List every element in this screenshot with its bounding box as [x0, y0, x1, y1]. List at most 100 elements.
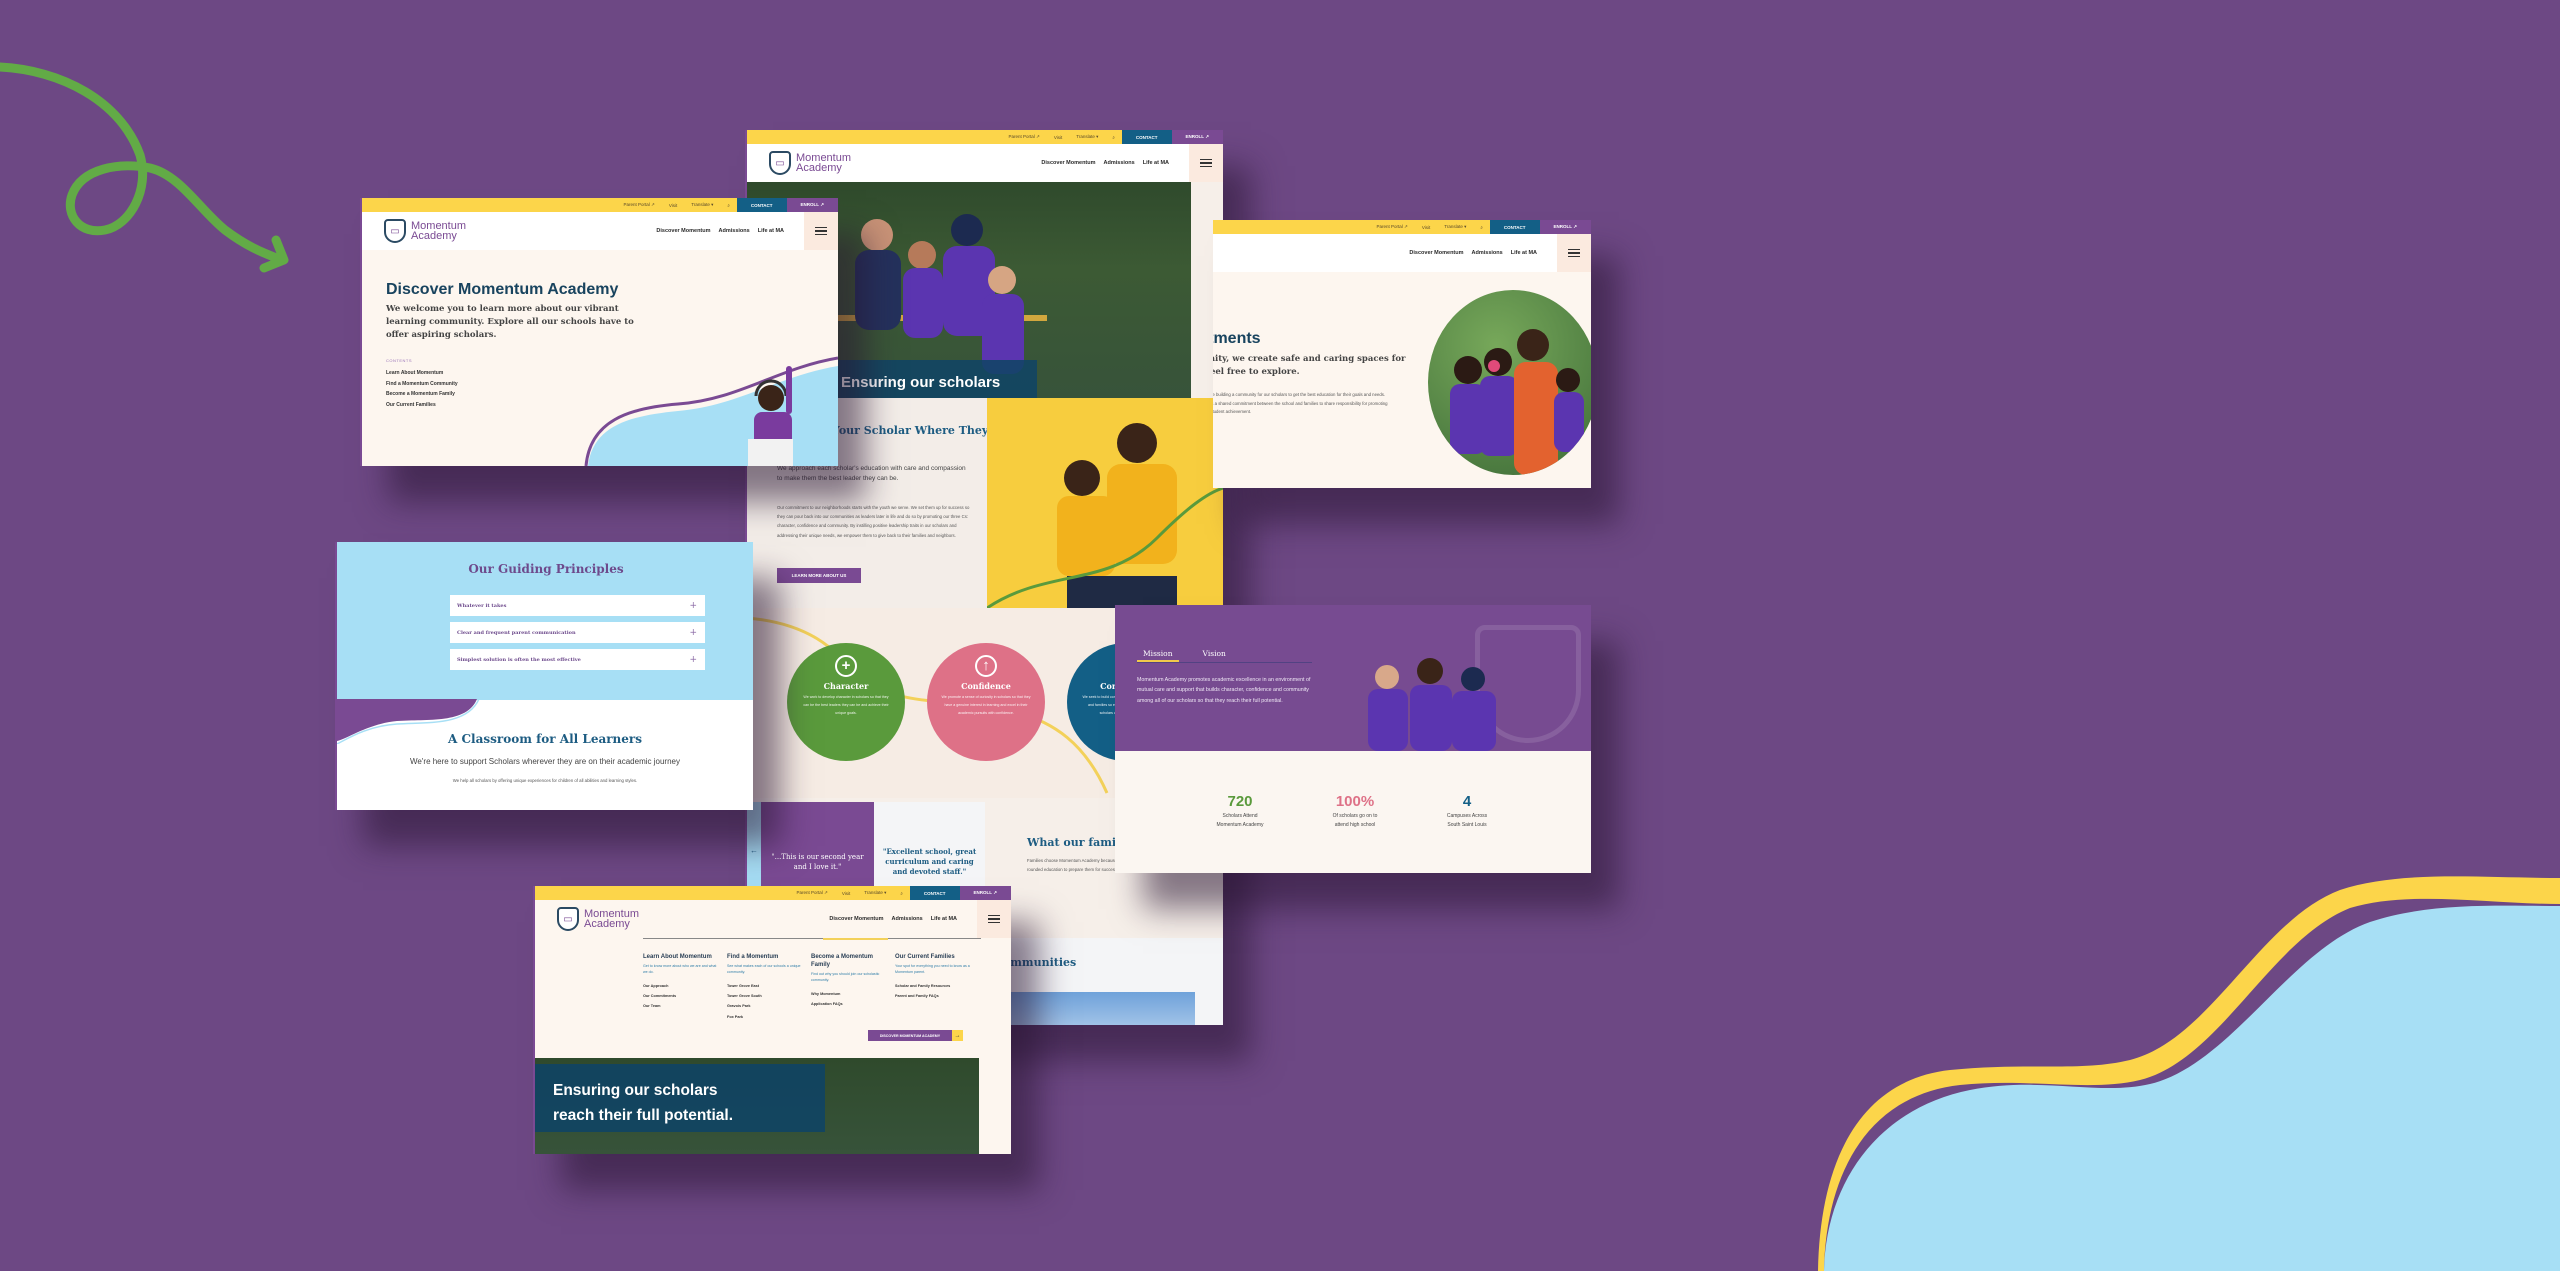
confidence-text: We promote a sense of curiosity in schol… — [941, 695, 1031, 715]
parent-portal-link[interactable]: Parent Portal ↗ — [624, 202, 655, 208]
nav-life[interactable]: Life at MA — [1511, 250, 1537, 256]
menu-link[interactable]: Our Approach — [643, 981, 721, 991]
stat-value: 100% — [1335, 793, 1375, 810]
stat-value: 720 — [1227, 793, 1253, 810]
search-icon[interactable]: ⌕ — [1112, 135, 1115, 140]
search-icon[interactable]: ⌕ — [1480, 225, 1483, 230]
contact-button[interactable]: CONTACT — [1489, 220, 1540, 234]
visit-link[interactable]: Visit — [1054, 135, 1062, 140]
search-icon[interactable]: ⌕ — [900, 891, 903, 896]
nav-admissions[interactable]: Admissions — [1104, 160, 1135, 166]
contact-button[interactable]: CONTACT — [736, 198, 787, 212]
utility-bar: Parent Portal ↗ Visit Translate ▾ ⌕ CONT… — [747, 130, 1223, 144]
menu-column-heading[interactable]: Our Current Families — [895, 953, 981, 961]
utility-bar: Parent Portal ↗ Visit Translate ▾ ⌕ CONT… — [362, 198, 838, 212]
visit-link[interactable]: Visit — [1422, 225, 1430, 230]
menu-column: Find a Momentum See what makes each of o… — [727, 953, 805, 1022]
logo-line2: Academy — [411, 230, 457, 242]
menu-column: Learn About Momentum Get to know more ab… — [643, 953, 721, 1012]
tab-mission[interactable]: Mission — [1137, 649, 1179, 662]
logo[interactable]: ▭ Momentum Academy — [557, 907, 639, 931]
contact-button[interactable]: CONTACT — [1121, 130, 1172, 144]
accordion-item[interactable]: Clear and frequent parent communication + — [450, 622, 705, 643]
commitments-page-screenshot: Parent Portal ↗ Visit Translate ▾ ⌕ CONT… — [1213, 220, 1591, 488]
accordion-item[interactable]: Whatever it takes + — [450, 595, 705, 616]
nav-life[interactable]: Life at MA — [1143, 160, 1169, 166]
table-of-contents: Learn About Momentum Find a Momentum Com… — [386, 368, 458, 411]
utility-bar: Parent Portal ↗ Visit Translate ▾ ⌕ CONT… — [535, 886, 1011, 900]
menu-link[interactable]: Tower Grove East — [727, 981, 805, 991]
enroll-button[interactable]: ENROLL ↗ — [786, 198, 838, 212]
logo[interactable]: ▭ Momentum Academy — [384, 219, 466, 243]
nav-admissions[interactable]: Admissions — [1472, 250, 1503, 256]
principles-page-screenshot: Our Guiding Principles Whatever it takes… — [335, 542, 753, 810]
nav-admissions[interactable]: Admissions — [892, 916, 923, 922]
search-icon[interactable]: ⌕ — [727, 203, 730, 208]
discover-cta-button[interactable]: DISCOVER MOMENTUM ACADEMY — [868, 1030, 952, 1041]
hamburger-menu-icon[interactable] — [804, 212, 838, 250]
menu-column-desc: Your spot for everything you need to kno… — [895, 964, 970, 975]
menu-link[interactable]: Our Team — [643, 1001, 721, 1011]
hamburger-menu-icon[interactable] — [1189, 144, 1223, 182]
hamburger-menu-icon[interactable] — [977, 900, 1011, 938]
hamburger-menu-icon[interactable] — [1557, 234, 1591, 272]
menu-column-heading[interactable]: Become a Momentum Family — [811, 953, 889, 969]
community-photo[interactable] — [1097, 992, 1195, 1025]
translate-dropdown[interactable]: Translate ▾ — [1076, 134, 1098, 140]
translate-dropdown[interactable]: Translate ▾ — [864, 890, 886, 896]
enroll-button[interactable]: ENROLL ↗ — [1539, 220, 1591, 234]
menu-link[interactable]: Fox Park — [727, 1012, 805, 1022]
main-nav: ▭ Momentum Academy Discover Momentum Admi… — [747, 144, 1223, 182]
discover-title: Discover Momentum Academy — [386, 281, 619, 298]
menu-link[interactable]: Gravois Park — [727, 1001, 805, 1011]
arrow-right-icon[interactable]: → — [952, 1030, 963, 1041]
active-nav-indicator — [823, 938, 888, 940]
tab-vision[interactable]: Vision — [1197, 649, 1232, 662]
accordion-item[interactable]: Simplest solution is often the most effe… — [450, 649, 705, 670]
character-text: We work to develop character in scholars… — [803, 695, 889, 715]
menu-column-heading[interactable]: Learn About Momentum — [643, 953, 721, 961]
nav-discover[interactable]: Discover Momentum — [1409, 250, 1463, 256]
logo[interactable]: ▭ Momentum Academy — [769, 151, 851, 175]
visit-link[interactable]: Visit — [842, 891, 850, 896]
plus-icon: + — [689, 654, 697, 665]
hero-tagline-line2: reach their full potential. — [553, 1107, 733, 1124]
toc-link[interactable]: Learn About Momentum — [386, 368, 458, 379]
learn-more-button[interactable]: LEARN MORE ABOUT US — [777, 568, 861, 583]
nav-life[interactable]: Life at MA — [931, 916, 957, 922]
nav-discover[interactable]: Discover Momentum — [656, 228, 710, 234]
testimonial-prev-arrow-icon[interactable]: ← — [747, 802, 761, 898]
visit-link[interactable]: Visit — [669, 203, 677, 208]
contact-button[interactable]: CONTACT — [909, 886, 960, 900]
parent-portal-link[interactable]: Parent Portal ↗ — [797, 890, 828, 896]
community-photo[interactable] — [1007, 992, 1105, 1025]
parent-portal-link[interactable]: Parent Portal ↗ — [1009, 134, 1040, 140]
nav-discover[interactable]: Discover Momentum — [829, 916, 883, 922]
nav-discover[interactable]: Discover Momentum — [1041, 160, 1095, 166]
classroom-text: We help all scholars by offering unique … — [452, 778, 638, 783]
menu-link[interactable]: Scholar and Family Resources — [895, 981, 981, 991]
toc-link[interactable]: Become a Momentum Family — [386, 389, 458, 400]
parent-portal-link[interactable]: Parent Portal ↗ — [1377, 224, 1408, 230]
plus-icon: + — [689, 600, 697, 611]
menu-link[interactable]: Parent and Family FAQs — [895, 991, 981, 1001]
menu-link[interactable]: Why Momentum — [811, 989, 889, 999]
toc-link[interactable]: Our Current Families — [386, 400, 458, 411]
character-circle: + Character We work to develop character… — [787, 643, 905, 761]
toc-link[interactable]: Find a Momentum Community — [386, 379, 458, 390]
translate-dropdown[interactable]: Translate ▾ — [1444, 224, 1466, 230]
stat-high-school: 100% Of scholars go on to attend high sch… — [1305, 793, 1405, 829]
blue-wave-decoration — [1818, 876, 2560, 1271]
menu-link[interactable]: Our Commitments — [643, 991, 721, 1001]
translate-dropdown[interactable]: Translate ▾ — [691, 202, 713, 208]
menu-link[interactable]: Application FAQs — [811, 999, 889, 1009]
nav-admissions[interactable]: Admissions — [719, 228, 750, 234]
menu-link[interactable]: Tower Grove South — [727, 991, 805, 1001]
menu-column-desc: Find out why you should join our scholas… — [811, 972, 880, 983]
enroll-button[interactable]: ENROLL ↗ — [959, 886, 1011, 900]
menu-column-heading[interactable]: Find a Momentum — [727, 953, 805, 961]
enroll-button[interactable]: ENROLL ↗ — [1171, 130, 1223, 144]
nav-life[interactable]: Life at MA — [758, 228, 784, 234]
mission-section: Mission Vision Momentum Academy promotes… — [1115, 605, 1591, 751]
testimonial-card: "...This is our second year and I love i… — [761, 802, 874, 898]
